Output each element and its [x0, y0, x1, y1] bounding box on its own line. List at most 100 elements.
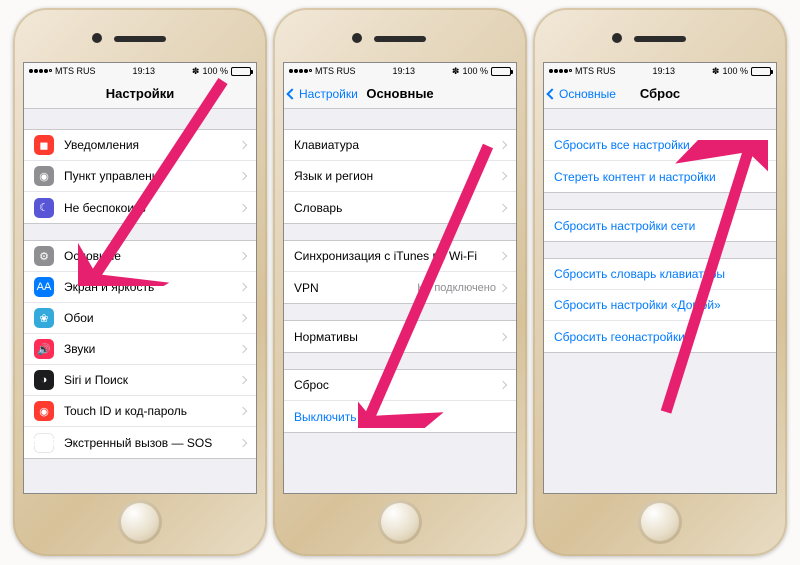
chevron-right-icon — [239, 438, 247, 446]
list-item[interactable]: Нормативы — [284, 321, 516, 352]
list-item[interactable]: 🔊Звуки — [24, 334, 256, 365]
general-list[interactable]: Клавиатура Язык и регион Словарь Синхрониз… — [284, 109, 516, 493]
dnd-icon: ☾ — [34, 198, 54, 218]
carrier-label: MTS RUS — [55, 66, 96, 76]
list-item[interactable]: Выключить — [284, 401, 516, 432]
phone-speaker — [114, 36, 166, 42]
front-camera — [612, 33, 622, 43]
row-label: Пункт управления — [64, 169, 240, 183]
page-title: Настройки — [106, 86, 175, 101]
chevron-right-icon — [239, 407, 247, 415]
back-button[interactable]: Настройки — [288, 87, 358, 101]
list-item[interactable]: Сброс — [284, 370, 516, 401]
battery-icon — [231, 67, 251, 76]
chevron-right-icon — [239, 203, 247, 211]
bluetooth-icon: ✽ — [712, 66, 720, 77]
list-item[interactable]: ◑ Siri и Поиск — [24, 365, 256, 396]
list-item[interactable]: SOS Экстренный вызов — SOS — [24, 427, 256, 458]
list-item[interactable]: Словарь — [284, 192, 516, 223]
row-label: Нормативы — [294, 330, 500, 344]
chevron-right-icon — [239, 141, 247, 149]
row-label: Клавиатура — [294, 138, 500, 152]
chevron-right-icon — [239, 172, 247, 180]
notifications-icon: ◼ — [34, 135, 54, 155]
chevron-right-icon — [499, 381, 507, 389]
row-label: Словарь — [294, 201, 500, 215]
row-label: VPN — [294, 281, 417, 295]
list-item[interactable]: ◉Touch ID и код-пароль — [24, 396, 256, 427]
list-item[interactable]: ☾ Не беспокоить — [24, 192, 256, 223]
reset-list[interactable]: Сбросить все настройки Стереть контент и … — [544, 109, 776, 493]
chevron-right-icon — [239, 283, 247, 291]
home-button[interactable] — [378, 500, 422, 544]
list-item[interactable]: Сбросить настройки сети — [544, 210, 776, 241]
screen-reset: MTS RUS 19:13 ✽ 100 % Основные Сброс Сбр… — [543, 62, 777, 494]
list-item[interactable]: ⚙Основные — [24, 241, 256, 272]
row-label: Экстренный вызов — SOS — [64, 436, 240, 450]
page-title: Сброс — [640, 86, 680, 101]
phone-speaker — [634, 36, 686, 42]
chevron-right-icon — [239, 376, 247, 384]
clock: 19:13 — [392, 66, 415, 76]
battery-pct: 100 % — [722, 66, 748, 76]
carrier-label: MTS RUS — [575, 66, 616, 76]
list-item[interactable]: Сбросить настройки «Домой» — [544, 290, 776, 321]
control-center-icon: ◉ — [34, 166, 54, 186]
front-camera — [352, 33, 362, 43]
list-item[interactable]: Сбросить геонастройки — [544, 321, 776, 352]
bluetooth-icon: ✽ — [452, 66, 460, 77]
list-item[interactable]: Стереть контент и настройки — [544, 161, 776, 192]
chevron-right-icon — [499, 172, 507, 180]
nav-bar: Основные Сброс — [544, 79, 776, 109]
status-bar: MTS RUS 19:13 ✽ 100 % — [284, 63, 516, 79]
home-button[interactable] — [118, 500, 162, 544]
screen-general: MTS RUS 19:13 ✽ 100 % Настройки Основные… — [283, 62, 517, 494]
chevron-right-icon — [499, 332, 507, 340]
row-label: Не беспокоить — [64, 201, 240, 215]
list-item[interactable]: ◉ Пункт управления — [24, 161, 256, 192]
list-item[interactable]: AA Экран и яркость — [24, 272, 256, 303]
screen-settings: MTS RUS 19:13 ✽ 100 % Настройки ◼ Уведомл… — [23, 62, 257, 494]
row-label: Сбросить геонастройки — [554, 330, 766, 344]
chevron-right-icon — [239, 314, 247, 322]
sos-icon: SOS — [34, 433, 54, 453]
list-item[interactable]: Сбросить словарь клавиатуры — [544, 259, 776, 290]
chevron-right-icon — [239, 252, 247, 260]
home-button[interactable] — [638, 500, 682, 544]
list-item[interactable]: VPNНе подключено — [284, 272, 516, 303]
signal-icon — [289, 69, 312, 73]
sounds-icon: 🔊 — [34, 339, 54, 359]
nav-bar: Настройки — [24, 79, 256, 109]
clock: 19:13 — [132, 66, 155, 76]
chevron-left-icon — [286, 88, 297, 99]
back-button[interactable]: Основные — [548, 87, 616, 101]
row-detail: Не подключено — [417, 282, 496, 294]
list-item[interactable]: Сбросить все настройки — [544, 130, 776, 161]
touchid-icon: ◉ — [34, 401, 54, 421]
row-label: Сбросить все настройки — [554, 138, 766, 152]
row-label: Сбросить словарь клавиатуры — [554, 267, 766, 281]
row-label: Стереть контент и настройки — [554, 170, 766, 184]
battery-icon — [751, 67, 771, 76]
row-label: Сбросить настройки «Домой» — [554, 298, 766, 312]
list-item[interactable]: ❀ Обои — [24, 303, 256, 334]
signal-icon — [549, 69, 572, 73]
row-label: Обои — [64, 311, 240, 325]
page-title: Основные — [366, 86, 433, 101]
display-icon: AA — [34, 277, 54, 297]
row-label: Siri и Поиск — [64, 373, 240, 387]
siri-icon: ◑ — [34, 370, 54, 390]
list-item[interactable]: Клавиатура — [284, 130, 516, 161]
row-label: Уведомления — [64, 138, 240, 152]
settings-list[interactable]: ◼ Уведомления ◉ Пункт управления ☾ Не беспоко… — [24, 109, 256, 493]
list-item[interactable]: ◼ Уведомления — [24, 130, 256, 161]
wallpaper-icon: ❀ — [34, 308, 54, 328]
row-label: Экран и яркость — [64, 280, 240, 294]
status-bar: MTS RUS 19:13 ✽ 100 % — [24, 63, 256, 79]
row-label: Выключить — [294, 410, 506, 424]
list-item[interactable]: Синхронизация с iTunes по Wi-Fi — [284, 241, 516, 272]
list-item[interactable]: Язык и регион — [284, 161, 516, 192]
chevron-right-icon — [499, 283, 507, 291]
row-label: Язык и регион — [294, 169, 500, 183]
phone-frame-2: MTS RUS 19:13 ✽ 100 % Настройки Основные… — [273, 8, 527, 556]
